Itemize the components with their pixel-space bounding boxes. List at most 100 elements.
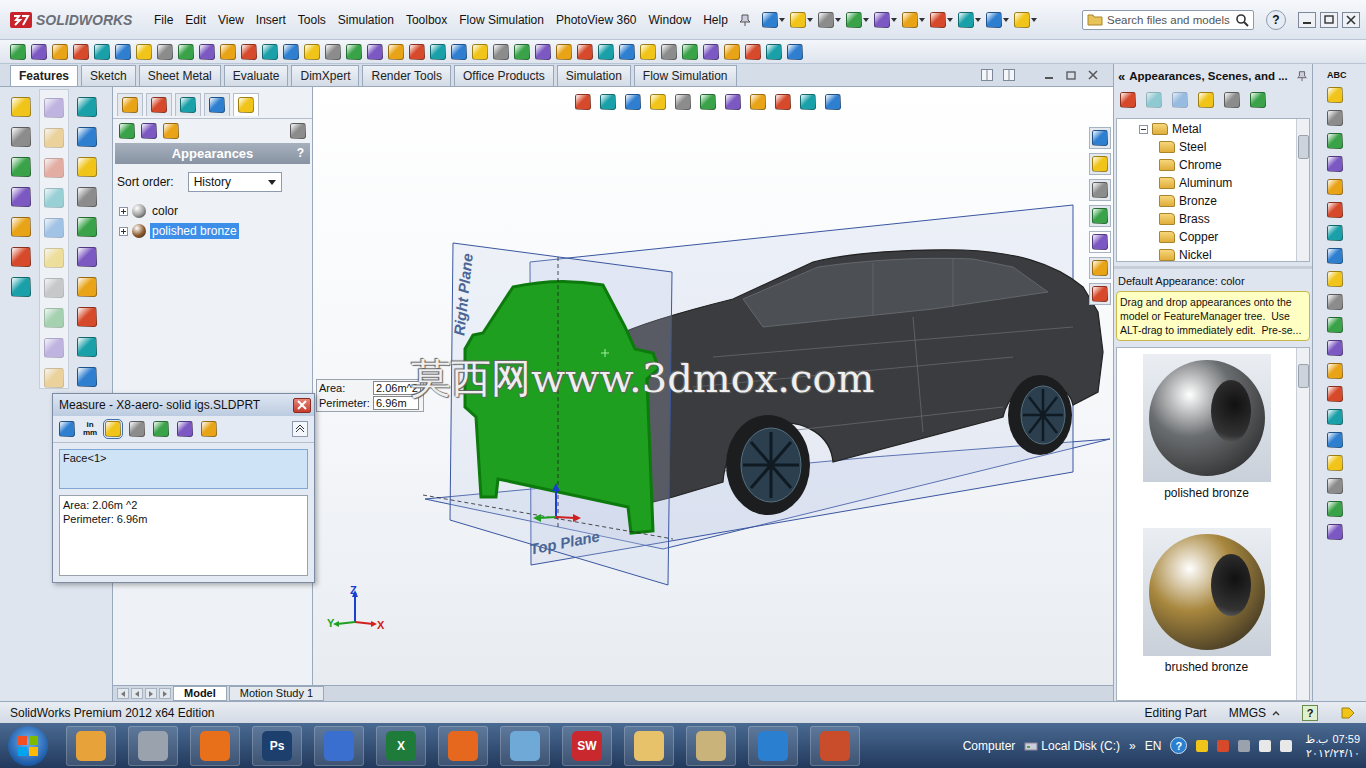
tool-icon[interactable]: [1327, 110, 1343, 126]
command-icon[interactable]: [77, 247, 97, 267]
pane-tool-icon[interactable]: [1120, 92, 1136, 108]
panel-tab[interactable]: [146, 93, 172, 116]
taskbar-app[interactable]: [500, 726, 550, 766]
toolbar-icon[interactable]: [762, 12, 785, 28]
command-icon[interactable]: [77, 337, 97, 357]
tool-icon[interactable]: [703, 44, 719, 60]
tool-icon[interactable]: [367, 44, 383, 60]
view-tool-icon[interactable]: [725, 94, 741, 110]
tree-item[interactable]: Steel: [1141, 138, 1296, 156]
tool-icon[interactable]: [1327, 225, 1343, 241]
tool-icon[interactable]: [577, 44, 593, 60]
tool-icon[interactable]: [766, 44, 782, 60]
menu-item[interactable]: PhotoView 360: [550, 11, 643, 29]
command-icon[interactable]: [11, 247, 31, 267]
more-button[interactable]: »: [1129, 739, 1136, 753]
task-pane-tab[interactable]: [1089, 231, 1111, 253]
options-icon[interactable]: [290, 123, 306, 139]
clock[interactable]: ب.ظ07:59۲۰۱۲/۲۴/۱۰: [1301, 732, 1360, 760]
panel-tab[interactable]: [233, 93, 259, 116]
menu-item[interactable]: Help: [697, 11, 734, 29]
tool-icon[interactable]: [1327, 340, 1343, 356]
tool-icon[interactable]: [535, 44, 551, 60]
tool-icon[interactable]: [430, 44, 446, 60]
command-icon[interactable]: [77, 277, 97, 297]
pin-icon[interactable]: [1296, 70, 1308, 82]
tool-icon[interactable]: [493, 44, 509, 60]
taskbar-app[interactable]: Ps: [252, 726, 302, 766]
taskbar-app[interactable]: [66, 726, 116, 766]
tool-icon[interactable]: [598, 44, 614, 60]
toolbar-icon[interactable]: [958, 12, 981, 28]
scrollbar[interactable]: [1296, 348, 1309, 700]
view-tool-icon[interactable]: [775, 94, 791, 110]
units-selector[interactable]: MMGS: [1229, 706, 1280, 720]
tool-icon[interactable]: [31, 44, 47, 60]
scroll-thumb[interactable]: [1298, 364, 1309, 388]
drive-toolbar[interactable]: Local Disk (C:): [1024, 739, 1120, 753]
tool-icon[interactable]: [73, 44, 89, 60]
command-icon[interactable]: [11, 277, 31, 297]
tool-icon[interactable]: [1327, 432, 1343, 448]
measure-tool-icon[interactable]: [201, 421, 217, 437]
search-box[interactable]: Search files and models: [1082, 10, 1254, 30]
tool-icon[interactable]: [1327, 524, 1343, 540]
selection-box[interactable]: Face<1>: [59, 449, 308, 489]
command-icon[interactable]: [11, 127, 31, 147]
tool-icon[interactable]: [283, 44, 299, 60]
scrollbar[interactable]: [1296, 119, 1309, 261]
computer-toolbar[interactable]: Computer: [963, 739, 1016, 753]
tool-icon[interactable]: [1327, 156, 1343, 172]
tab-nav-button[interactable]: [145, 688, 157, 699]
tool-icon[interactable]: [472, 44, 488, 60]
toolbar-icon[interactable]: [846, 12, 869, 28]
tab-nav-button[interactable]: [159, 688, 171, 699]
tray-icon[interactable]: [1217, 740, 1229, 752]
view-tool-icon[interactable]: [650, 94, 666, 110]
tool-icon[interactable]: [619, 44, 635, 60]
tool-icon[interactable]: [10, 44, 26, 60]
tool-icon[interactable]: [682, 44, 698, 60]
expand-icon[interactable]: [119, 227, 128, 236]
command-icon[interactable]: [77, 307, 97, 327]
pane-tool-icon[interactable]: [1146, 92, 1162, 108]
collapse-button[interactable]: «: [1118, 69, 1125, 84]
close-icon[interactable]: [1087, 69, 1099, 81]
minimize-icon[interactable]: [1043, 69, 1055, 81]
menu-item[interactable]: Toolbox: [400, 11, 453, 29]
app-logo[interactable]: SOLIDWORKS: [10, 12, 144, 28]
taskbar-app[interactable]: [190, 726, 240, 766]
tab-nav-button[interactable]: [131, 688, 143, 699]
tree-item[interactable]: Nickel: [1141, 246, 1296, 264]
tray-icon[interactable]: [1259, 740, 1271, 752]
units-button[interactable]: inmm: [83, 421, 97, 437]
toolbar-icon[interactable]: [1014, 12, 1037, 28]
tool-icon[interactable]: [724, 44, 740, 60]
taskbar-app[interactable]: [314, 726, 364, 766]
pin-icon[interactable]: [738, 13, 752, 27]
tool-icon[interactable]: [661, 44, 677, 60]
taskbar-app[interactable]: [748, 726, 798, 766]
start-button[interactable]: [8, 726, 48, 766]
toolbar-icon[interactable]: [790, 12, 813, 28]
taskbar-app[interactable]: [810, 726, 860, 766]
pane-tool-icon[interactable]: [1198, 92, 1214, 108]
menu-item[interactable]: Insert: [250, 11, 292, 29]
command-icon[interactable]: [77, 217, 97, 237]
tool-icon[interactable]: [1327, 317, 1343, 333]
expand-icon[interactable]: [119, 207, 128, 216]
graphics-viewport[interactable]: Right PlaneTop PlaneArea:2.06m^2Perimete…: [313, 87, 1113, 685]
tool-icon[interactable]: [136, 44, 152, 60]
restore-icon[interactable]: [1320, 12, 1338, 28]
command-tab[interactable]: Features: [10, 65, 78, 86]
command-tab[interactable]: DimXpert: [291, 65, 359, 86]
collapse-icon[interactable]: [1139, 125, 1148, 134]
task-pane-tab[interactable]: [1089, 283, 1111, 305]
tool-icon[interactable]: [1327, 386, 1343, 402]
tool-icon[interactable]: [1327, 455, 1343, 471]
sort-select[interactable]: History: [188, 172, 282, 192]
tool-icon[interactable]: [745, 44, 761, 60]
tool-icon[interactable]: [1327, 271, 1343, 287]
tree-item[interactable]: Bronze: [1141, 192, 1296, 210]
measure-tool-icon[interactable]: [153, 421, 169, 437]
